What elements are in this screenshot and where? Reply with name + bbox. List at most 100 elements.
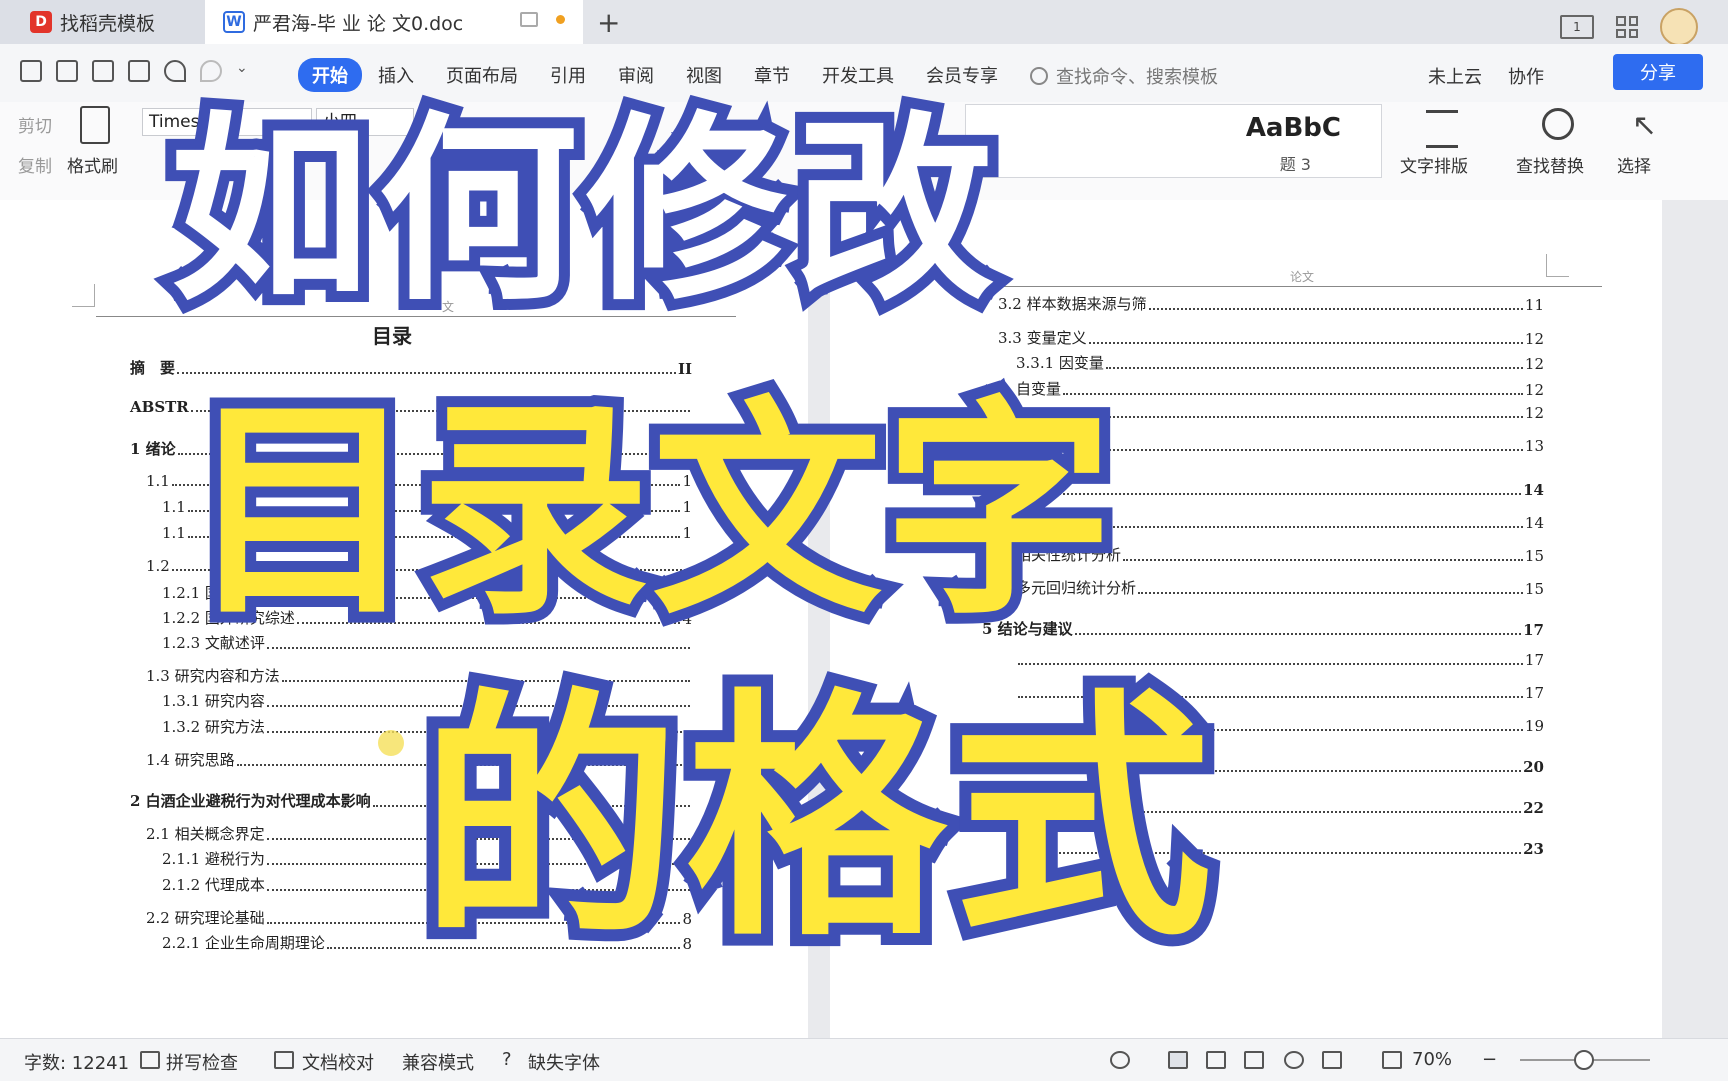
toc-entry-page: 15: [1524, 580, 1544, 598]
menu-references[interactable]: 引用: [534, 56, 602, 94]
wps-writer-icon: W: [223, 11, 245, 33]
menu-view[interactable]: 视图: [670, 56, 738, 94]
command-search-input[interactable]: 查找命令、搜索模板: [1030, 63, 1218, 89]
spell-check-button[interactable]: 拼写检查: [166, 1049, 238, 1075]
toc-entry-label: 3.3.1 因变量: [1016, 354, 1104, 372]
toc-entry[interactable]: 17: [1016, 651, 1544, 669]
toc-entry-label: 2.1 相关概念界定: [146, 825, 265, 843]
toc-entry-page: 20: [1523, 758, 1544, 776]
menu-developer[interactable]: 开发工具: [806, 56, 910, 94]
header-text: 论文: [1290, 270, 1315, 284]
toc-leader: [1148, 308, 1523, 310]
toc-entry-label: 3.3 变量定义: [998, 329, 1087, 347]
zoom-level[interactable]: 70%: [1412, 1049, 1452, 1070]
share-button[interactable]: 分享: [1613, 54, 1703, 90]
print-preview-icon[interactable]: [128, 60, 150, 82]
format-painter-button[interactable]: 格式刷: [67, 152, 118, 177]
style-gallery[interactable]: AaBbC 题 3: [965, 104, 1382, 178]
header-line: [992, 286, 1602, 287]
text-layout-button[interactable]: 文字排版: [1400, 152, 1468, 177]
tab-label: 严君海-毕 业 论 文0.doc: [253, 12, 464, 35]
zoom-slider-handle[interactable]: [1574, 1050, 1594, 1070]
toc-entry-label: 2 白酒企业避税行为对代理成本影响: [130, 792, 371, 810]
toc-entry-page: 15: [1524, 547, 1544, 565]
toc-leader: [1088, 342, 1523, 344]
unsaved-dot-icon: [556, 15, 565, 24]
toc-entry-label: 1.2: [146, 557, 170, 575]
margin-mark: [72, 284, 95, 307]
toc-leader: [1048, 526, 1523, 528]
toc-entry-page: 12: [1524, 355, 1544, 373]
toc-entry-label: 1.1: [162, 524, 186, 542]
toc-entry[interactable]: 3.3.1 因变量 12: [1016, 352, 1544, 373]
eye-protect-icon[interactable]: [1110, 1051, 1130, 1069]
web-view-icon[interactable]: [1284, 1051, 1304, 1069]
print-icon[interactable]: [92, 60, 114, 82]
toc-entry[interactable]: 3.3 变量定义 12: [998, 327, 1544, 348]
redo-icon[interactable]: [200, 60, 222, 82]
select-button[interactable]: 选择: [1617, 152, 1651, 177]
page-view-icon[interactable]: [1168, 1051, 1188, 1069]
toc-entry-page: 22: [1523, 799, 1544, 817]
toc-entry-label: 1.3.1 研究内容: [162, 692, 265, 710]
style-preview: AaBbC: [1245, 113, 1341, 143]
toc-entry-page: 14: [1523, 481, 1544, 499]
export-pdf-icon[interactable]: [56, 60, 78, 82]
overlay-title-line2: 目录文字: [177, 379, 1125, 646]
zoom-out-button[interactable]: −: [1482, 1049, 1497, 1070]
new-tab-button[interactable]: +: [597, 6, 620, 39]
toc-leader: [1048, 493, 1522, 495]
toc-entry-label: 3.2 样本数据来源与筛: [998, 295, 1147, 313]
toc-entry-label: 1.1: [162, 498, 186, 516]
style-name: 题 3: [1279, 155, 1311, 174]
missing-font-icon: ?: [502, 1049, 512, 1070]
pen-icon[interactable]: [1322, 1051, 1342, 1069]
tab-template-store[interactable]: D 找稻壳模板: [0, 0, 205, 44]
window-mode-icon[interactable]: 1: [1560, 15, 1594, 39]
toc-entry[interactable]: 3.2 样本数据来源与筛 11: [998, 293, 1544, 314]
menu-insert[interactable]: 插入: [362, 56, 430, 94]
toc-entry-label: ABSTR: [130, 398, 189, 416]
save-icon[interactable]: [20, 60, 42, 82]
find-replace-button[interactable]: 查找替换: [1516, 152, 1584, 177]
menu-page-layout[interactable]: 页面布局: [430, 56, 534, 94]
menu-review[interactable]: 审阅: [602, 56, 670, 94]
word-count[interactable]: 字数: 12241: [24, 1049, 129, 1075]
toc-entry-page: 14: [1524, 514, 1544, 532]
fit-page-icon[interactable]: [1382, 1051, 1402, 1069]
reading-view-icon[interactable]: [1244, 1051, 1264, 1069]
avatar[interactable]: [1660, 8, 1698, 46]
toc-entry-page: 13: [1524, 437, 1544, 455]
menu-home[interactable]: 开始: [298, 58, 362, 92]
toc-entry-label: 2.2 研究理论基础: [146, 909, 265, 927]
overlay-title-line1: 如何修改: [159, 95, 1005, 328]
outline-view-icon[interactable]: [1206, 1051, 1226, 1069]
cut-button[interactable]: 剪切: [18, 112, 52, 137]
missing-font-button[interactable]: 缺失字体: [528, 1049, 600, 1075]
overlay-title-line3: 的格式: [408, 669, 1224, 971]
toc-entry[interactable]: 摘 要 II: [130, 357, 692, 378]
toc-entry-page: 12: [1524, 330, 1544, 348]
toc-entry-label: 2.2.1 企业生命周期理论: [162, 934, 325, 952]
menu-member[interactable]: 会员专享: [910, 56, 1014, 94]
toc-entry-page: 12: [1524, 404, 1544, 422]
toc-leader: [1123, 559, 1523, 561]
tab-document[interactable]: W 严君海-毕 业 论 文0.doc: [205, 0, 583, 44]
toc-leader: [1018, 663, 1523, 665]
undo-icon[interactable]: [164, 60, 186, 82]
monitor-icon[interactable]: [520, 12, 538, 27]
toc-entry-page: 17: [1524, 651, 1544, 669]
cloud-status-button[interactable]: 未上云: [1428, 63, 1482, 89]
doc-proof-icon: [274, 1051, 294, 1069]
doc-proof-button[interactable]: 文档校对: [302, 1049, 374, 1075]
toc-entry-page: 19: [1524, 717, 1544, 735]
apps-grid-icon[interactable]: [1616, 16, 1638, 38]
collab-button[interactable]: 协作: [1508, 63, 1544, 89]
copy-button[interactable]: 复制: [18, 152, 52, 177]
menu-section[interactable]: 章节: [738, 56, 806, 94]
text-layout-icon: [1426, 110, 1458, 148]
chevron-down-icon[interactable]: ⌄: [236, 60, 258, 82]
status-bar: 字数: 12241 拼写检查 文档校对 兼容模式 ? 缺失字体 70% −: [0, 1038, 1728, 1081]
toc-entry-page: 11: [1524, 296, 1544, 314]
toc-entry-label: 2.1.2 代理成本: [162, 876, 265, 894]
